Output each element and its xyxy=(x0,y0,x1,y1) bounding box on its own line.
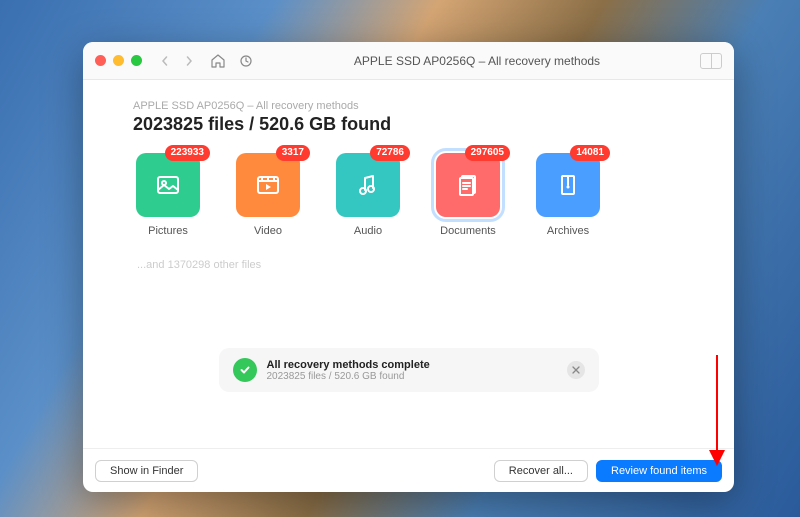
category-label: Audio xyxy=(354,225,382,237)
category-card-audio[interactable]: 72786 Audio xyxy=(333,153,403,237)
status-banner: All recovery methods complete 2023825 fi… xyxy=(219,348,599,392)
app-window: APPLE SSD AP0256Q – All recovery methods… xyxy=(83,42,734,492)
count-badge: 297605 xyxy=(465,145,510,161)
status-title: All recovery methods complete xyxy=(267,359,557,371)
category-card-pictures[interactable]: 223933 Pictures xyxy=(133,153,203,237)
breadcrumb: APPLE SSD AP0256Q – All recovery methods xyxy=(133,100,684,112)
close-window-button[interactable] xyxy=(95,55,106,66)
window-controls xyxy=(95,55,142,66)
dismiss-status-button[interactable] xyxy=(567,361,585,379)
image-icon: 223933 xyxy=(136,153,200,217)
count-badge: 14081 xyxy=(570,145,610,161)
footer: Show in Finder Recover all... Review fou… xyxy=(83,448,734,492)
review-found-items-button[interactable]: Review found items xyxy=(596,460,722,482)
titlebar: APPLE SSD AP0256Q – All recovery methods xyxy=(83,42,734,80)
count-badge: 223933 xyxy=(165,145,210,161)
category-label: Archives xyxy=(547,225,589,237)
view-toggle-button[interactable] xyxy=(700,53,722,69)
status-text: All recovery methods complete 2023825 fi… xyxy=(267,359,557,382)
archive-icon: 14081 xyxy=(536,153,600,217)
status-subtitle: 2023825 files / 520.6 GB found xyxy=(267,371,557,382)
home-button[interactable] xyxy=(210,53,226,69)
minimize-window-button[interactable] xyxy=(113,55,124,66)
recover-all-button[interactable]: Recover all... xyxy=(494,460,588,482)
count-badge: 3317 xyxy=(276,145,310,161)
refresh-button[interactable] xyxy=(238,53,254,69)
category-label: Documents xyxy=(440,225,496,237)
video-icon: 3317 xyxy=(236,153,300,217)
category-card-video[interactable]: 3317 Video xyxy=(233,153,303,237)
scan-summary: 2023825 files / 520.6 GB found xyxy=(133,114,684,135)
desktop-background: APPLE SSD AP0256Q – All recovery methods… xyxy=(0,0,800,517)
document-icon: 297605 xyxy=(436,153,500,217)
window-title: APPLE SSD AP0256Q – All recovery methods xyxy=(254,54,700,68)
category-cards: 223933 Pictures 3317 Video 72786 Audio 2… xyxy=(133,153,684,237)
fullscreen-window-button[interactable] xyxy=(131,55,142,66)
category-label: Pictures xyxy=(148,225,188,237)
count-badge: 72786 xyxy=(370,145,410,161)
nav-buttons xyxy=(156,52,198,70)
category-card-archives[interactable]: 14081 Archives xyxy=(533,153,603,237)
show-in-finder-button[interactable]: Show in Finder xyxy=(95,460,198,482)
main-content: APPLE SSD AP0256Q – All recovery methods… xyxy=(83,80,734,448)
category-card-documents[interactable]: 297605 Documents xyxy=(433,153,503,237)
other-files-text: ...and 1370298 other files xyxy=(137,259,684,271)
audio-icon: 72786 xyxy=(336,153,400,217)
check-icon xyxy=(233,358,257,382)
category-label: Video xyxy=(254,225,282,237)
back-button[interactable] xyxy=(156,52,174,70)
forward-button[interactable] xyxy=(180,52,198,70)
